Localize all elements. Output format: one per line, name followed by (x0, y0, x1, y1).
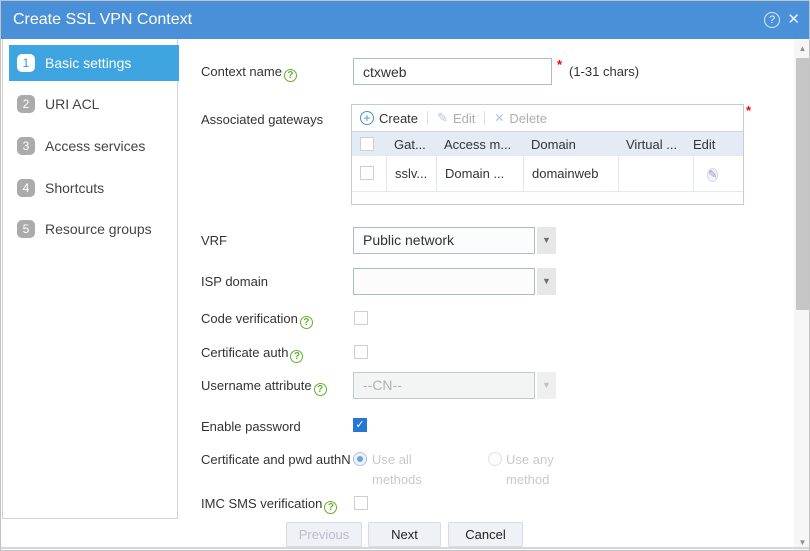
isp-domain-select-value[interactable] (353, 268, 535, 295)
help-icon[interactable]: ? (764, 12, 780, 28)
sidebar-item-label: Basic settings (45, 55, 132, 71)
use-any-method-label: Use any method (506, 452, 554, 487)
column-header-virtual-host[interactable]: Virtual ... (618, 137, 693, 152)
edit-pencil-icon: ✎ (437, 110, 448, 125)
select-all-checkbox[interactable] (360, 136, 374, 151)
help-question-icon[interactable]: ? (283, 69, 297, 82)
isp-domain-label: ISP domain (201, 274, 268, 289)
username-attribute-select-value[interactable]: --CN-- (353, 372, 535, 399)
associated-gateways-label: Associated gateways (201, 112, 324, 127)
delete-x-icon: ✕ (494, 111, 505, 125)
isp-domain-select[interactable]: ▼ (353, 268, 556, 295)
table-row: sslv... Domain ... domainweb ✎ (352, 156, 743, 191)
cert-pwd-authn-label: Certificate and pwd authN (201, 452, 351, 467)
help-question-icon[interactable]: ? (313, 383, 327, 396)
imc-sms-verification-label: IMC SMS verification? (201, 496, 338, 514)
step-number-badge: 4 (17, 179, 35, 197)
sidebar-item-label: Shortcuts (45, 180, 105, 196)
sidebar-item-label: Access services (45, 138, 146, 154)
create-ssl-vpn-context-dialog: Create SSL VPN Context ? ✕ ▲ ▼ 1 Basic s… (0, 0, 810, 551)
vrf-label: VRF (201, 233, 227, 248)
row-checkbox[interactable] (360, 166, 374, 181)
username-attribute-select[interactable]: --CN-- ▼ (353, 372, 556, 399)
required-asterisk: * (746, 103, 752, 118)
certificate-auth-checkbox[interactable] (354, 345, 368, 359)
sidebar-item-uri-acl[interactable]: 2 URI ACL (9, 86, 178, 122)
cell-access-mode: Domain ... (436, 156, 523, 191)
context-name-hint: (1-31 chars) (569, 64, 640, 79)
code-verification-label: Code verification? (201, 311, 313, 329)
row-edit-pencil-icon[interactable]: ✎ (707, 168, 719, 182)
required-asterisk: * (557, 57, 563, 72)
chevron-down-icon[interactable]: ▼ (537, 268, 556, 295)
column-header-edit[interactable]: Edit (693, 137, 743, 152)
toolbar-divider (484, 111, 486, 125)
create-plus-icon: + (360, 111, 374, 125)
cell-virtual-host (618, 156, 693, 191)
step-number-badge: 1 (17, 54, 35, 72)
sidebar-item-label: URI ACL (45, 96, 100, 112)
edit-button[interactable]: ✎ Edit (437, 110, 475, 126)
step-number-badge: 2 (17, 95, 35, 113)
help-question-icon[interactable]: ? (299, 316, 313, 329)
vrf-select[interactable]: Public network ▼ (353, 227, 556, 254)
wizard-steps-sidebar: 1 Basic settings 2 URI ACL 3 Access serv… (2, 39, 179, 519)
cell-gateway: sslv... (386, 156, 436, 191)
sidebar-item-resource-groups[interactable]: 5 Resource groups (9, 211, 178, 247)
context-name-input[interactable] (353, 58, 552, 85)
chevron-down-icon[interactable]: ▼ (537, 227, 556, 254)
help-question-icon[interactable]: ? (290, 350, 304, 363)
toolbar-divider (427, 111, 429, 125)
use-all-methods-label: Use all methods (372, 452, 422, 487)
sidebar-item-label: Resource groups (45, 221, 152, 237)
scrollbar-thumb[interactable] (796, 58, 809, 310)
dialog-bottom-edge (1, 547, 809, 549)
help-question-icon[interactable]: ? (324, 501, 338, 514)
create-button[interactable]: + Create (360, 111, 418, 126)
enable-password-checkbox[interactable]: ✓ (353, 418, 367, 432)
sidebar-item-access-services[interactable]: 3 Access services (9, 128, 178, 164)
column-header-gateway[interactable]: Gat... (386, 137, 436, 152)
close-icon[interactable]: ✕ (787, 10, 800, 30)
column-header-domain[interactable]: Domain (523, 137, 618, 152)
gateways-toolbar: + Create ✎ Edit ✕ Delete (352, 105, 743, 131)
code-verification-checkbox[interactable] (354, 311, 368, 325)
table-header-row: Gat... Access m... Domain Virtual ... Ed… (352, 131, 743, 156)
certificate-auth-label: Certificate auth? (201, 345, 304, 363)
sidebar-item-shortcuts[interactable]: 4 Shortcuts (9, 170, 178, 206)
dialog-titlebar: Create SSL VPN Context ? ✕ (1, 1, 809, 39)
imc-sms-verification-checkbox[interactable] (354, 496, 368, 510)
vertical-scrollbar[interactable]: ▲ ▼ (794, 39, 809, 550)
delete-button[interactable]: ✕ Delete (494, 111, 547, 126)
column-header-access-mode[interactable]: Access m... (436, 137, 523, 152)
cell-domain: domainweb (523, 156, 618, 191)
chevron-down-icon[interactable]: ▼ (537, 372, 556, 399)
cancel-button[interactable]: Cancel (448, 522, 523, 547)
use-any-method-radio[interactable] (488, 452, 502, 466)
step-number-badge: 5 (17, 220, 35, 238)
enable-password-label: Enable password (201, 419, 301, 434)
use-all-methods-radio[interactable] (353, 452, 367, 466)
sidebar-item-basic-settings[interactable]: 1 Basic settings (9, 45, 179, 81)
previous-button[interactable]: Previous (286, 522, 362, 547)
step-number-badge: 3 (17, 137, 35, 155)
username-attribute-label: Username attribute? (201, 378, 327, 396)
next-button[interactable]: Next (368, 522, 441, 547)
context-name-label: Context name? (201, 64, 297, 82)
scroll-up-icon[interactable]: ▲ (794, 41, 809, 56)
table-empty-footer (352, 191, 743, 204)
associated-gateways-table: + Create ✎ Edit ✕ Delete Gat... Access m… (351, 104, 744, 205)
vrf-select-value[interactable]: Public network (353, 227, 535, 254)
dialog-title: Create SSL VPN Context (13, 11, 193, 28)
